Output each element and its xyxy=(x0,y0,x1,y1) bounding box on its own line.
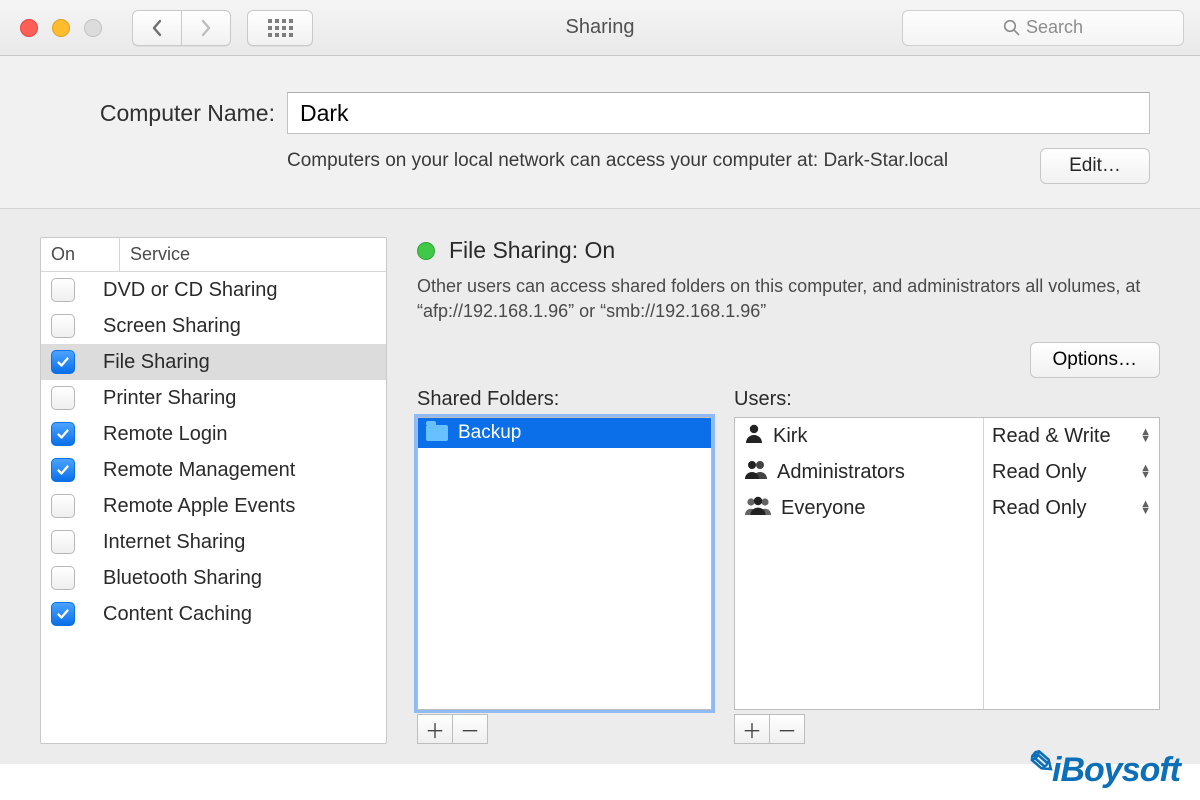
service-row[interactable]: Content Caching xyxy=(41,596,386,632)
user-icon xyxy=(743,422,773,450)
permission-row[interactable]: Read Only ▲▼ xyxy=(984,454,1159,490)
add-user-button[interactable]: ＋ xyxy=(734,714,769,744)
service-label: Remote Apple Events xyxy=(103,495,295,518)
minimize-window-button[interactable] xyxy=(52,19,70,37)
chevron-right-icon xyxy=(200,19,212,37)
edit-hostname-button[interactable]: Edit… xyxy=(1040,148,1150,184)
folder-name: Backup xyxy=(458,422,521,444)
user-name: Administrators xyxy=(777,461,905,484)
computer-name-pane: Computer Name: Computers on your local n… xyxy=(0,56,1200,209)
watermark: ✎iBoysoft xyxy=(1025,750,1181,790)
user-name: Everyone xyxy=(781,497,866,520)
close-window-button[interactable] xyxy=(20,19,38,37)
service-row[interactable]: Bluetooth Sharing xyxy=(41,560,386,596)
main-pane: On Service DVD or CD Sharing Screen Shari… xyxy=(0,209,1200,764)
service-row[interactable]: File Sharing xyxy=(41,344,386,380)
permissions-list: Read & Write ▲▼ Read Only ▲▼ Read Only ▲▼ xyxy=(984,418,1159,709)
service-checkbox[interactable] xyxy=(51,386,75,410)
service-checkbox[interactable] xyxy=(51,350,75,374)
services-header-service: Service xyxy=(120,238,386,271)
service-row[interactable]: Screen Sharing xyxy=(41,308,386,344)
status-line: File Sharing: On xyxy=(417,237,1160,264)
service-row[interactable]: Remote Apple Events xyxy=(41,488,386,524)
permission-row[interactable]: Read Only ▲▼ xyxy=(984,490,1159,526)
permission-value: Read Only xyxy=(992,461,1087,484)
service-detail: File Sharing: On Other users can access … xyxy=(417,237,1160,744)
computer-name-input[interactable] xyxy=(287,92,1150,134)
service-label: Internet Sharing xyxy=(103,531,245,554)
shared-folders-label: Shared Folders: xyxy=(417,388,712,411)
back-button[interactable] xyxy=(132,10,181,46)
chevron-left-icon xyxy=(151,19,163,37)
service-label: Remote Login xyxy=(103,423,228,446)
shared-folder-row[interactable]: Backup xyxy=(418,418,711,448)
users-label: Users: xyxy=(734,388,1160,411)
service-checkbox[interactable] xyxy=(51,530,75,554)
users-list[interactable]: Kirk Administrators Everyone xyxy=(735,418,984,709)
shared-folders-column: Shared Folders: Backup ＋ － xyxy=(417,388,712,744)
permission-value: Read Only xyxy=(992,497,1087,520)
service-label: DVD or CD Sharing xyxy=(103,279,278,302)
permission-stepper-icon[interactable]: ▲▼ xyxy=(1140,465,1151,479)
remove-user-button[interactable]: － xyxy=(769,714,805,744)
service-checkbox[interactable] xyxy=(51,422,75,446)
services-header-on: On xyxy=(41,238,120,271)
search-icon xyxy=(1003,19,1020,36)
forward-button[interactable] xyxy=(181,10,231,46)
user-row[interactable]: Everyone xyxy=(735,490,983,526)
window-controls xyxy=(20,19,102,37)
service-checkbox[interactable] xyxy=(51,566,75,590)
service-checkbox[interactable] xyxy=(51,494,75,518)
services-list: On Service DVD or CD Sharing Screen Shari… xyxy=(40,237,387,744)
service-label: File Sharing xyxy=(103,351,210,374)
service-row[interactable]: Remote Management xyxy=(41,452,386,488)
permission-stepper-icon[interactable]: ▲▼ xyxy=(1140,501,1151,515)
folder-icon xyxy=(426,425,448,441)
user-row[interactable]: Kirk xyxy=(735,418,983,454)
service-checkbox[interactable] xyxy=(51,314,75,338)
users-list-wrap: Kirk Administrators Everyone Read & Write ▲… xyxy=(734,417,1160,710)
permission-stepper-icon[interactable]: ▲▼ xyxy=(1140,429,1151,443)
services-header: On Service xyxy=(41,238,386,272)
status-indicator-icon xyxy=(417,242,435,260)
service-checkbox[interactable] xyxy=(51,602,75,626)
service-label: Printer Sharing xyxy=(103,387,236,410)
service-label: Screen Sharing xyxy=(103,315,241,338)
service-row[interactable]: Remote Login xyxy=(41,416,386,452)
titlebar: Sharing Search xyxy=(0,0,1200,56)
status-description: Other users can access shared folders on… xyxy=(417,274,1160,324)
permission-row[interactable]: Read & Write ▲▼ xyxy=(984,418,1159,454)
show-all-button[interactable] xyxy=(247,10,313,46)
search-placeholder: Search xyxy=(1026,17,1083,38)
user-row[interactable]: Administrators xyxy=(735,454,983,490)
computer-name-hint: Computers on your local network can acce… xyxy=(287,148,1040,184)
service-row[interactable]: Internet Sharing xyxy=(41,524,386,560)
remove-folder-button[interactable]: － xyxy=(452,714,488,744)
computer-name-label: Computer Name: xyxy=(50,100,287,127)
users-addremove: ＋ － xyxy=(734,714,1160,744)
users-column: Users: Kirk Administrators Everyone Read &… xyxy=(734,388,1160,744)
service-label: Remote Management xyxy=(103,459,295,482)
zoom-window-button[interactable] xyxy=(84,19,102,37)
grid-icon xyxy=(268,19,293,37)
service-checkbox[interactable] xyxy=(51,458,75,482)
add-folder-button[interactable]: ＋ xyxy=(417,714,452,744)
status-title: File Sharing: On xyxy=(449,237,615,264)
service-label: Content Caching xyxy=(103,603,252,626)
service-label: Bluetooth Sharing xyxy=(103,567,262,590)
shared-folders-list[interactable]: Backup xyxy=(417,417,712,710)
user-icon xyxy=(743,494,781,522)
nav-buttons xyxy=(132,10,313,46)
service-row[interactable]: Printer Sharing xyxy=(41,380,386,416)
service-checkbox[interactable] xyxy=(51,278,75,302)
service-row[interactable]: DVD or CD Sharing xyxy=(41,272,386,308)
permission-value: Read & Write xyxy=(992,425,1111,448)
search-field[interactable]: Search xyxy=(902,10,1184,46)
options-button[interactable]: Options… xyxy=(1030,342,1160,378)
user-icon xyxy=(743,458,777,486)
shared-folders-addremove: ＋ － xyxy=(417,714,712,744)
user-name: Kirk xyxy=(773,425,807,448)
